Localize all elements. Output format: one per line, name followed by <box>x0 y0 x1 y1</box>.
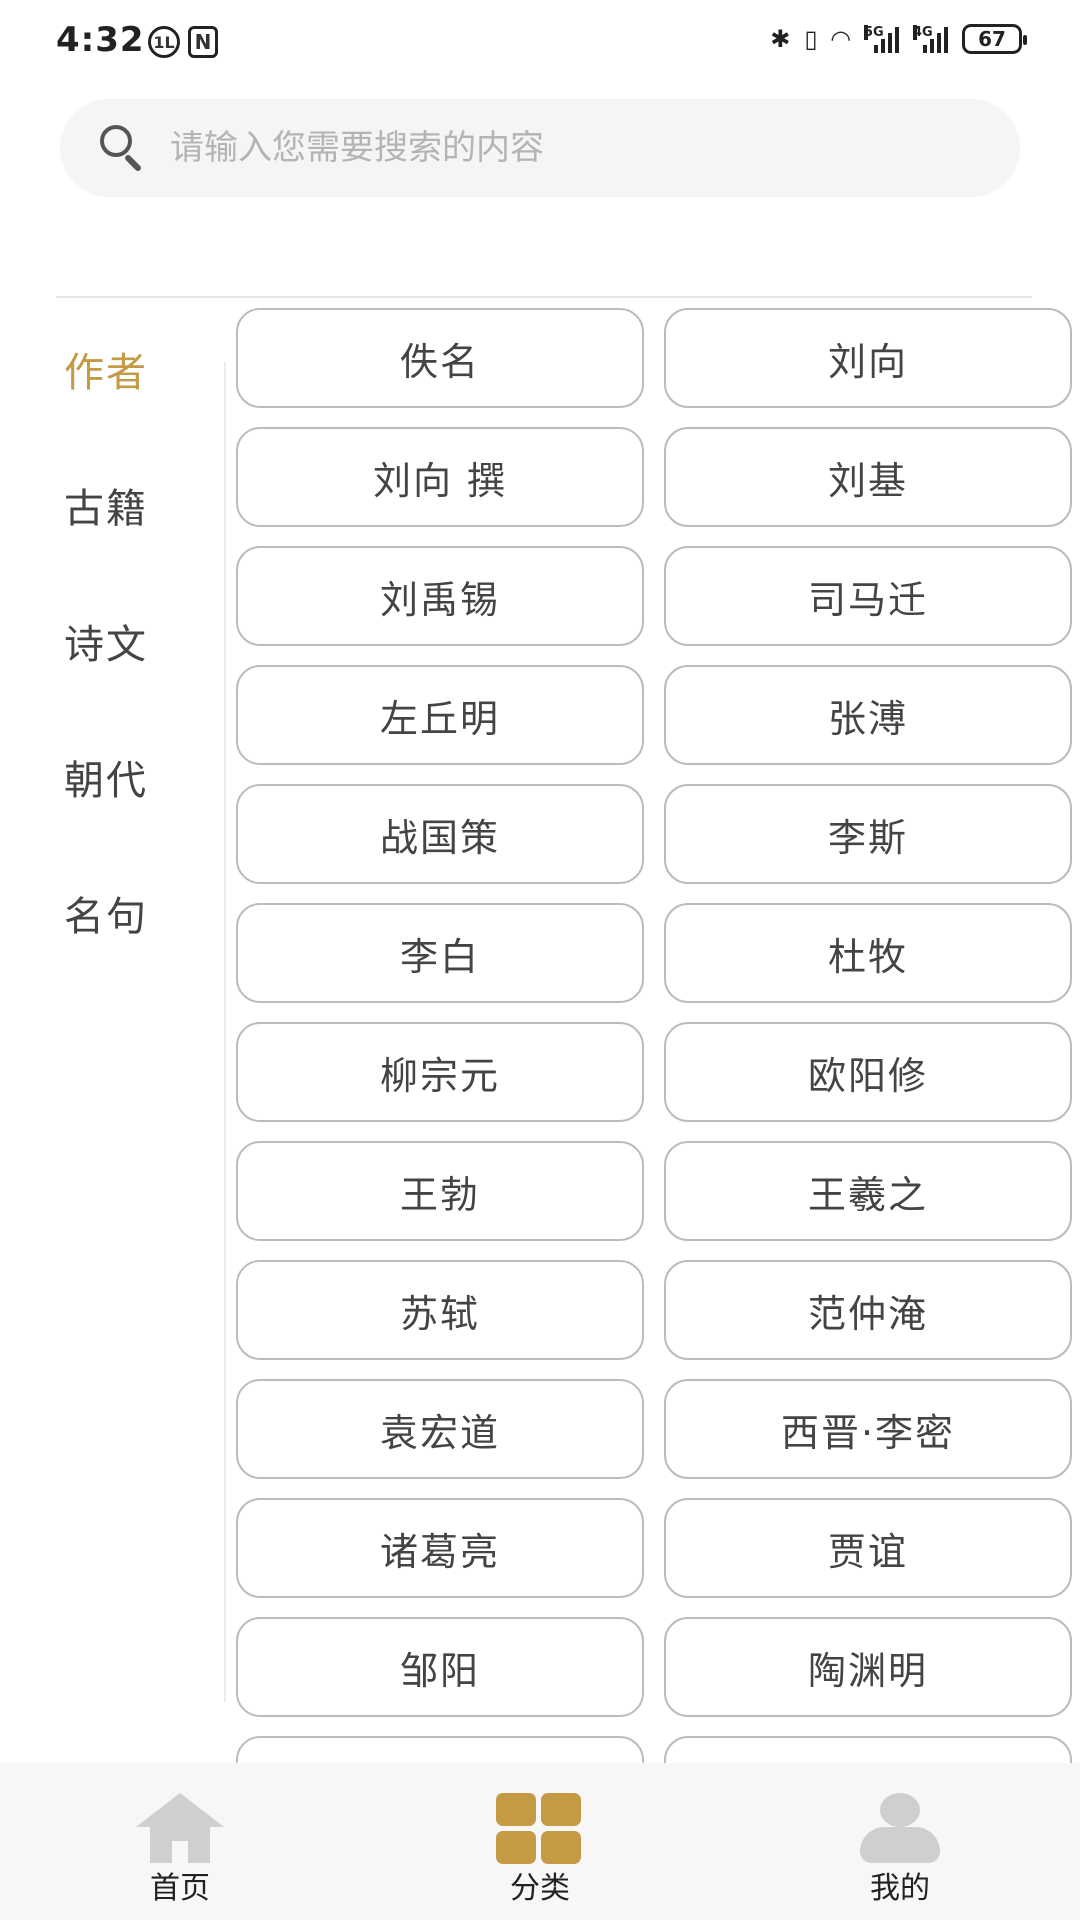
author-button[interactable]: 邹阳 <box>236 1617 644 1717</box>
signal-5g-icon: 5G <box>864 25 899 53</box>
bluetooth-icon: ✱ <box>770 25 791 53</box>
tab-mine[interactable]: 我的 <box>800 1763 1000 1920</box>
wifi-icon: ◠ <box>831 25 850 53</box>
category-dynasty[interactable]: 朝代 <box>64 748 148 806</box>
search-icon <box>98 123 148 173</box>
status-bar: 4:32 1L N ✱ ▯ ◠ 5G 4G 67 <box>0 0 1080 90</box>
search-input[interactable] <box>168 127 972 169</box>
bottom-nav: 首页 分类 我的 <box>0 1763 1080 1920</box>
category-grid-icon <box>496 1793 582 1864</box>
author-button[interactable]: 刘禹锡 <box>236 546 644 646</box>
author-button[interactable]: 刘向 <box>664 308 1072 408</box>
tab-mine-label: 我的 <box>870 1871 930 1906</box>
author-button[interactable]: 刘向 撰 <box>236 427 644 527</box>
home-icon <box>136 1793 224 1863</box>
author-button[interactable]: 战国策 <box>236 784 644 884</box>
vibrate-icon: ▯ <box>804 25 818 53</box>
author-button[interactable]: 诸葛亮 <box>236 1498 644 1598</box>
author-button[interactable]: 刘基 <box>664 427 1072 527</box>
battery-icon: 67 <box>962 24 1027 54</box>
nav-separator <box>224 362 226 1702</box>
tab-home-label: 首页 <box>150 1871 210 1906</box>
author-button[interactable]: 左丘明 <box>236 665 644 765</box>
author-button[interactable]: 杜牧 <box>664 903 1072 1003</box>
author-button[interactable]: 司马迁 <box>664 546 1072 646</box>
divider <box>56 296 1032 298</box>
tab-category-label: 分类 <box>510 1871 570 1906</box>
category-famous-quotes[interactable]: 名句 <box>64 884 148 942</box>
author-grid: 佚名 刘向 刘向 撰 刘基 刘禹锡 司马迁 左丘明 张溥 战国策 李斯 李白 杜… <box>236 308 1076 1763</box>
author-button[interactable] <box>236 1736 644 1763</box>
author-button[interactable]: 李白 <box>236 903 644 1003</box>
author-button[interactable] <box>664 1736 1072 1763</box>
category-ancient-books[interactable]: 古籍 <box>64 476 148 534</box>
author-button[interactable]: 柳宗元 <box>236 1022 644 1122</box>
author-button[interactable]: 苏轼 <box>236 1260 644 1360</box>
author-button[interactable]: 欧阳修 <box>664 1022 1072 1122</box>
author-button[interactable]: 王勃 <box>236 1141 644 1241</box>
status-time: 4:32 <box>56 20 145 60</box>
author-button[interactable]: 贾谊 <box>664 1498 1072 1598</box>
author-button[interactable]: 西晋·李密 <box>664 1379 1072 1479</box>
search-bar[interactable] <box>60 99 1020 197</box>
author-button[interactable]: 佚名 <box>236 308 644 408</box>
author-button[interactable]: 袁宏道 <box>236 1379 644 1479</box>
signal-4g-icon: 4G <box>913 25 948 53</box>
author-button[interactable]: 陶渊明 <box>664 1617 1072 1717</box>
category-poems[interactable]: 诗文 <box>64 612 148 670</box>
tab-home[interactable]: 首页 <box>80 1763 280 1920</box>
user-icon <box>856 1793 944 1863</box>
tab-category[interactable]: 分类 <box>440 1763 640 1920</box>
category-author[interactable]: 作者 <box>64 340 148 398</box>
nfc-icon: N <box>188 26 218 58</box>
author-button[interactable]: 范仲淹 <box>664 1260 1072 1360</box>
author-button[interactable]: 李斯 <box>664 784 1072 884</box>
author-button[interactable]: 张溥 <box>664 665 1072 765</box>
sim-indicator-icon: 1L <box>148 26 180 58</box>
author-button[interactable]: 王羲之 <box>664 1141 1072 1241</box>
